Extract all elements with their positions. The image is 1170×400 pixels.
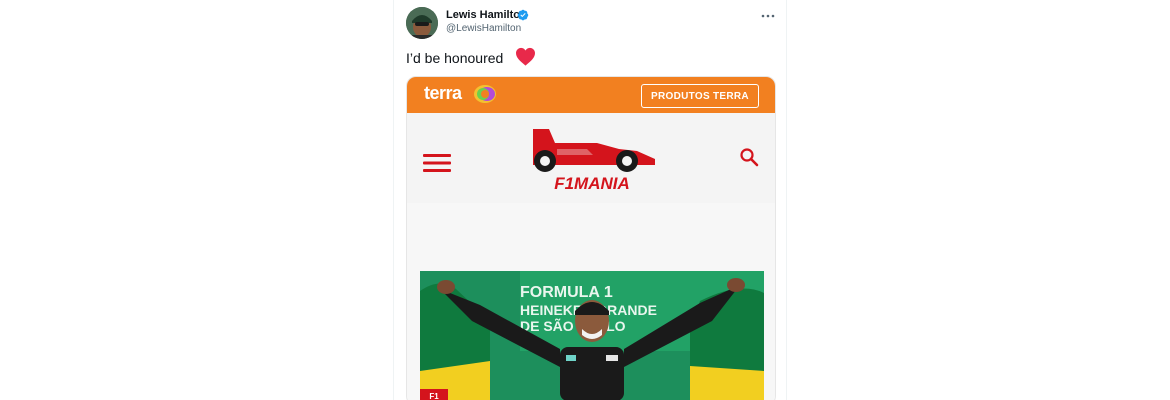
verified-badge-icon xyxy=(517,9,529,21)
backdrop-line-1: FORMULA 1 xyxy=(520,284,613,301)
category-tag[interactable]: F1 xyxy=(420,389,448,400)
heart-icon xyxy=(516,47,535,66)
terra-logo[interactable]: terra xyxy=(424,83,462,104)
f1mania-logo[interactable]: F1MANIA xyxy=(527,125,657,193)
tweet-text: I’d be honoured xyxy=(406,50,504,66)
terra-header-bar: terra PRODUTOS TERRA xyxy=(407,77,775,113)
article-area: FORMULA 1 HEINEKEN GRANDE DE SÃO PAULO 2… xyxy=(407,203,775,400)
more-options-icon[interactable] xyxy=(760,9,776,23)
hamburger-menu-icon[interactable] xyxy=(423,153,451,173)
site-header: F1MANIA xyxy=(407,113,775,203)
author-name[interactable]: Lewis Hamilton xyxy=(446,9,527,21)
produtos-terra-button[interactable]: PRODUTOS TERRA xyxy=(641,84,759,108)
search-icon[interactable] xyxy=(739,147,759,167)
article-photo[interactable]: FORMULA 1 HEINEKEN GRANDE DE SÃO PAULO 2… xyxy=(420,271,764,400)
tweet-card: Lewis Hamilton @LewisHamilton I’d be hon… xyxy=(393,0,787,400)
terra-logo-mark-icon xyxy=(474,85,496,103)
f1mania-wordmark: F1MANIA xyxy=(554,174,630,193)
tweet-media-image[interactable]: terra PRODUTOS TERRA F1MANIA FORMULA 1 H… xyxy=(406,76,776,400)
backdrop-line-3: DE SÃO PAULO xyxy=(520,317,626,334)
author-handle[interactable]: @LewisHamilton xyxy=(446,23,521,34)
avatar[interactable] xyxy=(406,7,438,39)
